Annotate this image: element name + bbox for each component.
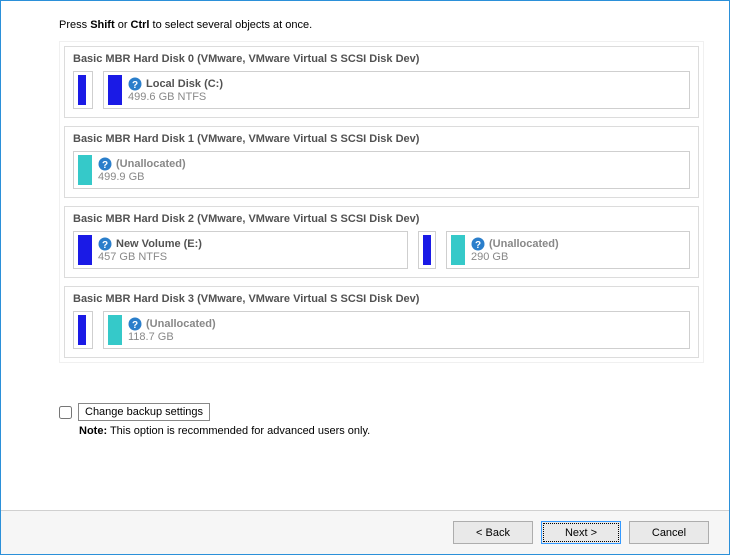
volume-local-disk-c[interactable]: ? Local Disk (C:) 499.6 GB NTFS: [103, 71, 690, 109]
volume-details: 290 GB: [471, 251, 559, 263]
volume-unallocated-2[interactable]: ? (Unallocated) 290 GB: [446, 231, 690, 269]
change-backup-settings-label[interactable]: Change backup settings: [78, 403, 210, 421]
next-button[interactable]: Next >: [541, 521, 621, 544]
volume-details: 499.6 GB NTFS: [128, 91, 223, 103]
disk-group-0[interactable]: Basic MBR Hard Disk 0 (VMware, VMware Vi…: [64, 46, 699, 118]
disk-title: Basic MBR Hard Disk 0 (VMware, VMware Vi…: [73, 53, 690, 65]
disk-group-1[interactable]: Basic MBR Hard Disk 1 (VMware, VMware Vi…: [64, 126, 699, 198]
wizard-button-bar: < Back Next > Cancel: [1, 510, 729, 554]
help-icon: ?: [128, 317, 142, 331]
disk-title: Basic MBR Hard Disk 2 (VMware, VMware Vi…: [73, 213, 690, 225]
volume-details: 457 GB NTFS: [98, 251, 202, 263]
disk-group-3[interactable]: Basic MBR Hard Disk 3 (VMware, VMware Vi…: [64, 286, 699, 358]
volume-name: Local Disk (C:): [146, 78, 223, 90]
svg-text:?: ?: [102, 240, 108, 251]
svg-text:?: ?: [102, 160, 108, 171]
volume-reserved-3[interactable]: [73, 311, 93, 349]
help-icon: ?: [98, 237, 112, 251]
volume-unallocated[interactable]: ? (Unallocated) 499.9 GB: [73, 151, 690, 189]
svg-text:?: ?: [132, 320, 138, 331]
help-icon: ?: [98, 157, 112, 171]
volume-system-reserved[interactable]: [73, 71, 93, 109]
note-text: Note: This option is recommended for adv…: [79, 425, 704, 437]
disk-list: Basic MBR Hard Disk 0 (VMware, VMware Vi…: [59, 41, 704, 363]
volume-details: 118.7 GB: [128, 331, 216, 343]
svg-text:?: ?: [475, 240, 481, 251]
volume-name: (Unallocated): [146, 318, 216, 330]
disk-title: Basic MBR Hard Disk 3 (VMware, VMware Vi…: [73, 293, 690, 305]
volume-details: 499.9 GB: [98, 171, 186, 183]
volume-reserved-2[interactable]: [418, 231, 436, 269]
disk-group-2[interactable]: Basic MBR Hard Disk 2 (VMware, VMware Vi…: [64, 206, 699, 278]
volume-unallocated-3[interactable]: ? (Unallocated) 118.7 GB: [103, 311, 690, 349]
volume-name: New Volume (E:): [116, 238, 202, 250]
volume-name: (Unallocated): [116, 158, 186, 170]
change-backup-settings-checkbox[interactable]: [59, 406, 72, 419]
volume-new-volume-e[interactable]: ? New Volume (E:) 457 GB NTFS: [73, 231, 408, 269]
back-button[interactable]: < Back: [453, 521, 533, 544]
disk-title: Basic MBR Hard Disk 1 (VMware, VMware Vi…: [73, 133, 690, 145]
svg-text:?: ?: [132, 80, 138, 91]
instruction-text: Press Shift or Ctrl to select several ob…: [59, 19, 704, 31]
help-icon: ?: [471, 237, 485, 251]
cancel-button[interactable]: Cancel: [629, 521, 709, 544]
help-icon: ?: [128, 77, 142, 91]
volume-name: (Unallocated): [489, 238, 559, 250]
